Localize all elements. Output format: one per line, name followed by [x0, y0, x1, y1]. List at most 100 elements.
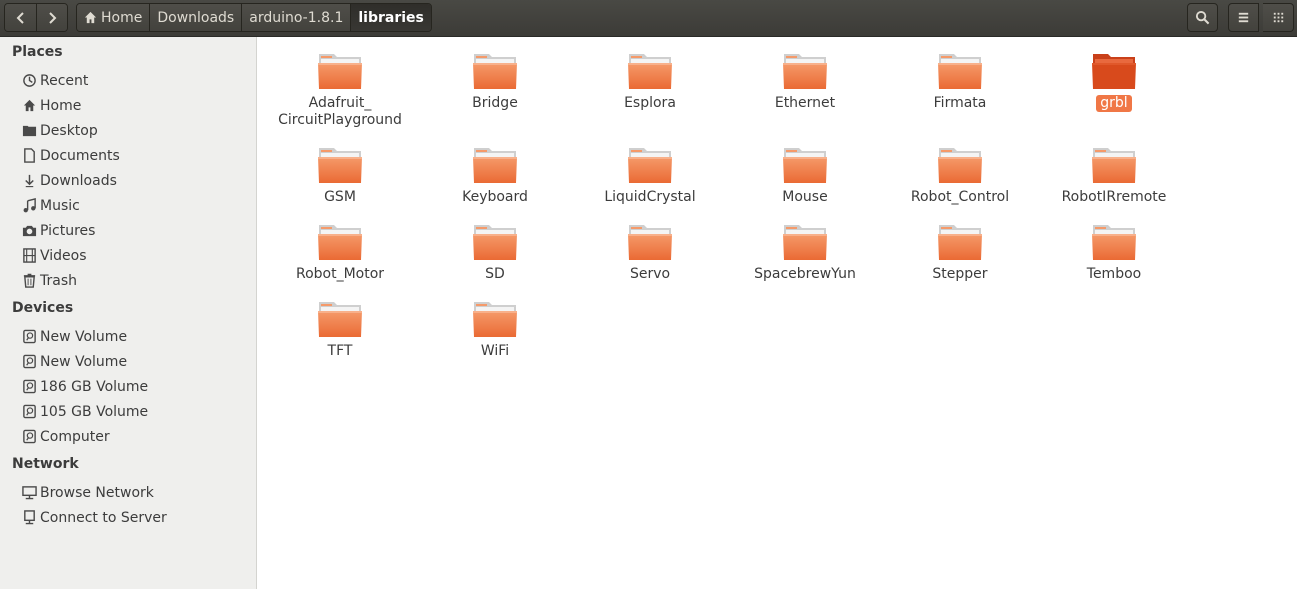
folder-item[interactable]: LiquidCrystal — [575, 145, 725, 206]
folder-name: SpacebrewYun — [754, 266, 856, 282]
folder-name: Mouse — [782, 189, 828, 205]
sidebar-item-home[interactable]: Home — [0, 93, 256, 118]
folder-icon — [318, 225, 362, 260]
folder-item[interactable]: Esplora — [575, 51, 725, 112]
sidebar-item-label: Connect to Server — [40, 509, 167, 526]
sidebar-item-desktop[interactable]: Desktop — [0, 118, 256, 143]
folder-item[interactable]: Ethernet — [730, 51, 880, 112]
sidebar-item-recent[interactable]: Recent — [0, 68, 256, 93]
sidebar-item-trash[interactable]: Trash — [0, 268, 256, 293]
sidebar-item-documents[interactable]: Documents — [0, 143, 256, 168]
sidebar-item-label: New Volume — [40, 328, 128, 345]
folder-item[interactable]: Stepper — [885, 222, 1035, 283]
sidebar-item-label: Downloads — [40, 172, 117, 189]
sidebar-item-videos[interactable]: Videos — [0, 243, 256, 268]
sidebar-item-label: Videos — [40, 247, 87, 264]
folder-icon — [473, 225, 517, 260]
network-icon — [21, 485, 37, 501]
sidebar-item-label: 105 GB Volume — [40, 403, 149, 420]
breadcrumb-label: arduino-1.8.1 — [249, 9, 344, 26]
folder-name: Esplora — [624, 95, 676, 111]
folder-icon — [783, 54, 827, 89]
folder-name: RobotIRremote — [1061, 189, 1167, 205]
forward-button[interactable] — [36, 4, 67, 31]
breadcrumb-label: Downloads — [157, 9, 235, 26]
folder-icon — [318, 302, 362, 337]
sidebar-item-computer[interactable]: Computer — [0, 424, 256, 449]
sidebar-item-pictures[interactable]: Pictures — [0, 218, 256, 243]
sidebar-item-label: Computer — [40, 428, 110, 445]
back-button[interactable] — [5, 4, 36, 31]
document-icon — [21, 148, 37, 164]
download-icon — [21, 173, 37, 189]
sidebar-item-browse-network[interactable]: Browse Network — [0, 480, 256, 505]
home-icon — [21, 98, 37, 114]
drive-icon — [21, 379, 37, 395]
folder-item[interactable]: Temboo — [1039, 222, 1189, 283]
grid-view-icon — [1273, 12, 1283, 23]
folder-icon — [473, 148, 517, 183]
folder-name: grbl — [1096, 95, 1132, 112]
folder-name: Servo — [629, 266, 671, 282]
nav-buttons — [4, 3, 68, 32]
list-view-button[interactable] — [1228, 3, 1259, 32]
grid-view-button[interactable] — [1263, 3, 1294, 32]
folder-item[interactable]: Bridge — [420, 51, 570, 112]
list-view-icon — [1238, 12, 1249, 23]
folder-icon — [318, 148, 362, 183]
folder-name: Stepper — [932, 266, 988, 282]
chevron-left-icon — [16, 11, 24, 24]
folder-item[interactable]: RobotIRremote — [1039, 145, 1189, 206]
folder-icon — [628, 148, 672, 183]
folder-item[interactable]: grbl — [1039, 51, 1189, 112]
sidebar: Places Recent Home Desktop Documents Dow… — [0, 37, 257, 589]
sidebar-item-label: Browse Network — [40, 484, 154, 501]
folder-name: Adafruit_ CircuitPlayground — [278, 95, 402, 128]
folder-name: Firmata — [933, 95, 987, 111]
folder-item[interactable]: SD — [420, 222, 570, 283]
folder-icon — [1092, 54, 1136, 89]
folder-item[interactable]: WiFi — [420, 299, 570, 360]
sidebar-item-downloads[interactable]: Downloads — [0, 168, 256, 193]
folder-icon — [628, 225, 672, 260]
breadcrumb-arduino[interactable]: arduino-1.8.1 — [241, 4, 351, 31]
folder-item[interactable]: Firmata — [885, 51, 1035, 112]
sidebar-item-connect-to-server[interactable]: Connect to Server — [0, 505, 256, 530]
folder-icon — [783, 225, 827, 260]
breadcrumb: Home Downloads arduino-1.8.1 libraries — [76, 3, 432, 32]
sidebar-item-186gb-volume[interactable]: 186 GB Volume — [0, 374, 256, 399]
clock-icon — [21, 73, 37, 89]
sidebar-item-label: Home — [40, 97, 82, 114]
breadcrumb-libraries[interactable]: libraries — [350, 4, 431, 31]
home-icon — [84, 11, 97, 24]
folder-item[interactable]: Mouse — [730, 145, 880, 206]
folder-item[interactable]: Servo — [575, 222, 725, 283]
breadcrumb-label: Home — [101, 9, 143, 26]
sidebar-item-label: Pictures — [40, 222, 96, 239]
folder-item[interactable]: Adafruit_ CircuitPlayground — [265, 51, 415, 129]
folder-name: Ethernet — [774, 95, 836, 111]
breadcrumb-downloads[interactable]: Downloads — [149, 4, 242, 31]
search-icon — [1195, 10, 1210, 25]
sidebar-item-new-volume-2[interactable]: New Volume — [0, 349, 256, 374]
folder-item[interactable]: Robot_Control — [885, 145, 1035, 206]
folder-item[interactable]: TFT — [265, 299, 415, 360]
sidebar-item-label: Desktop — [40, 122, 98, 139]
folder-name: Robot_Control — [910, 189, 1010, 205]
folder-icon — [1092, 148, 1136, 183]
folder-item[interactable]: Robot_Motor — [265, 222, 415, 283]
music-icon — [21, 198, 37, 214]
search-button[interactable] — [1187, 3, 1218, 32]
folder-item[interactable]: GSM — [265, 145, 415, 206]
sidebar-item-new-volume-1[interactable]: New Volume — [0, 324, 256, 349]
sidebar-item-label: New Volume — [40, 353, 128, 370]
folder-item[interactable]: Keyboard — [420, 145, 570, 206]
sidebar-item-105gb-volume[interactable]: 105 GB Volume — [0, 399, 256, 424]
breadcrumb-home[interactable]: Home — [77, 4, 150, 31]
folder-icon — [628, 54, 672, 89]
sidebar-item-music[interactable]: Music — [0, 193, 256, 218]
folder-item[interactable]: SpacebrewYun — [730, 222, 880, 283]
drive-icon — [21, 429, 37, 445]
devices-heading: Devices — [12, 300, 74, 316]
folder-icon — [938, 225, 982, 260]
